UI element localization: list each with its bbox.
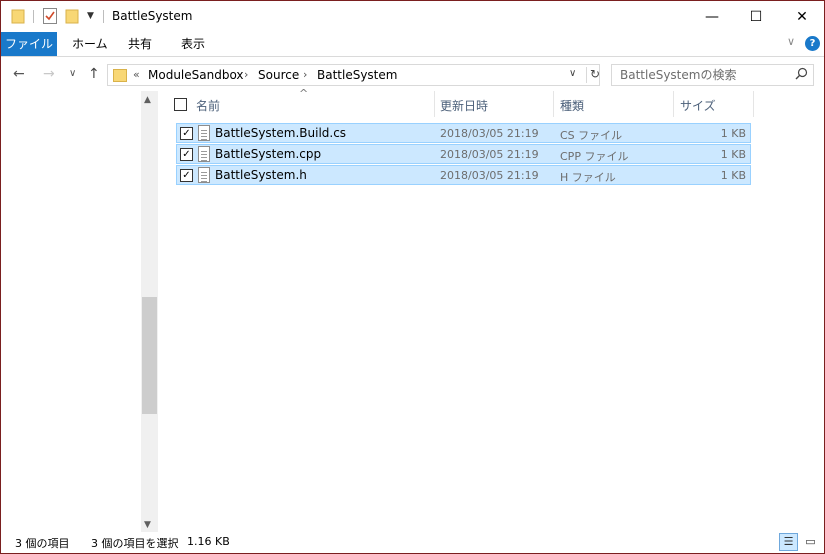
file-date: 2018/03/05 21:19 — [440, 127, 539, 140]
scroll-down-icon[interactable]: ▼ — [144, 520, 151, 530]
recent-locations-icon[interactable]: ∨ — [69, 68, 76, 79]
column-size[interactable]: サイズ — [680, 97, 716, 114]
select-all-checkbox[interactable] — [174, 98, 187, 111]
breadcrumb-modulesandbox[interactable]: ModuleSandbox — [148, 68, 244, 82]
file-row[interactable]: ✓ BattleSystem.cpp 2018/03/05 21:19 CPP … — [176, 144, 751, 164]
column-header: ^ 名前 更新日時 種類 サイズ — [161, 87, 761, 119]
file-icon — [198, 125, 210, 141]
file-row[interactable]: ✓ BattleSystem.Build.cs 2018/03/05 21:19… — [176, 123, 751, 143]
divider — [103, 10, 104, 23]
refresh-icon[interactable]: ↻ — [586, 67, 600, 83]
back-arrow-icon[interactable]: ← — [13, 66, 25, 82]
help-icon[interactable]: ? — [805, 36, 820, 51]
column-divider[interactable] — [434, 91, 435, 117]
column-divider[interactable] — [753, 91, 754, 117]
tab-view[interactable]: 表示 — [170, 32, 216, 56]
breadcrumb-separator-icon[interactable]: › — [244, 68, 248, 81]
breadcrumb-source[interactable]: Source — [258, 68, 299, 82]
sort-ascending-icon: ^ — [299, 87, 309, 100]
new-folder-icon[interactable] — [65, 8, 79, 24]
title-bar: ▼ BattleSystem — ☐ ✕ — [1, 1, 824, 32]
file-size: 1 KB — [720, 148, 746, 161]
file-list: ^ 名前 更新日時 種類 サイズ ✓ BattleSystem.Build.cs… — [161, 87, 821, 531]
file-date: 2018/03/05 21:19 — [440, 169, 539, 182]
properties-icon[interactable] — [43, 8, 57, 24]
large-icons-view-icon[interactable]: ▭ — [801, 533, 820, 551]
ribbon-tabs: ファイル ホーム 共有 表示 ∨ ? — [1, 32, 824, 57]
selection-size: 1.16 KB — [187, 535, 230, 548]
column-date[interactable]: 更新日時 — [440, 97, 488, 114]
maximize-button[interactable]: ☐ — [733, 1, 779, 32]
column-divider[interactable] — [553, 91, 554, 117]
column-type[interactable]: 種類 — [560, 97, 584, 114]
customize-toolbar-icon[interactable]: ▼ — [87, 11, 94, 21]
folder-icon — [11, 9, 25, 24]
row-checkbox[interactable]: ✓ — [180, 169, 193, 182]
file-type: CS ファイル — [560, 129, 623, 142]
close-button[interactable]: ✕ — [779, 1, 824, 32]
file-icon — [198, 146, 210, 162]
minimize-button[interactable]: — — [689, 1, 735, 32]
file-date: 2018/03/05 21:19 — [440, 148, 539, 161]
explorer-window: ▼ BattleSystem — ☐ ✕ ファイル ホーム 共有 表示 ∨ ? … — [0, 0, 825, 554]
up-arrow-icon[interactable]: ↑ — [88, 66, 100, 82]
file-type: CPP ファイル — [560, 150, 629, 163]
column-name[interactable]: 名前 — [196, 97, 220, 114]
tab-share[interactable]: 共有 — [117, 32, 163, 56]
file-name[interactable]: BattleSystem.h — [215, 168, 307, 182]
row-checkbox[interactable]: ✓ — [180, 148, 193, 161]
window-title: BattleSystem — [112, 9, 193, 23]
scroll-up-icon[interactable]: ▲ — [144, 95, 151, 105]
breadcrumb-battlesystem[interactable]: BattleSystem — [317, 68, 397, 82]
scroll-thumb[interactable] — [142, 297, 157, 414]
folder-icon — [113, 69, 127, 82]
file-row[interactable]: ✓ BattleSystem.h 2018/03/05 21:19 H ファイル… — [176, 165, 751, 185]
item-count: 3 個の項目 — [15, 537, 70, 550]
forward-arrow-icon[interactable]: → — [43, 66, 55, 82]
breadcrumb-separator-icon[interactable]: › — [303, 68, 307, 81]
search-input[interactable] — [620, 68, 790, 82]
divider — [33, 10, 34, 23]
file-name[interactable]: BattleSystem.Build.cs — [215, 126, 346, 140]
search-box[interactable] — [611, 64, 814, 86]
file-size: 1 KB — [720, 169, 746, 182]
file-type: H ファイル — [560, 171, 616, 184]
address-bar[interactable]: « ModuleSandbox › Source › BattleSystem … — [107, 64, 600, 86]
file-name[interactable]: BattleSystem.cpp — [215, 147, 321, 161]
row-checkbox[interactable]: ✓ — [180, 127, 193, 140]
file-icon — [198, 167, 210, 183]
tab-home[interactable]: ホーム — [61, 32, 119, 56]
tab-file[interactable]: ファイル — [1, 32, 57, 56]
file-size: 1 KB — [720, 127, 746, 140]
navigation-bar: ← → ∨ ↑ « ModuleSandbox › Source › Battl… — [1, 58, 824, 90]
nav-pane-scrollbar[interactable]: ▲ ▼ — [141, 91, 158, 532]
overflow-chevron-icon[interactable]: « — [133, 68, 140, 81]
selection-count: 3 個の項目を選択 — [91, 537, 179, 550]
search-icon[interactable] — [795, 67, 808, 80]
address-dropdown-icon[interactable]: ∨ — [569, 68, 576, 79]
column-divider[interactable] — [673, 91, 674, 117]
status-bar: 3 個の項目 3 個の項目を選択 1.16 KB ☰ ▭ — [1, 532, 824, 553]
details-view-icon[interactable]: ☰ — [779, 533, 798, 551]
expand-ribbon-icon[interactable]: ∨ — [787, 35, 795, 48]
